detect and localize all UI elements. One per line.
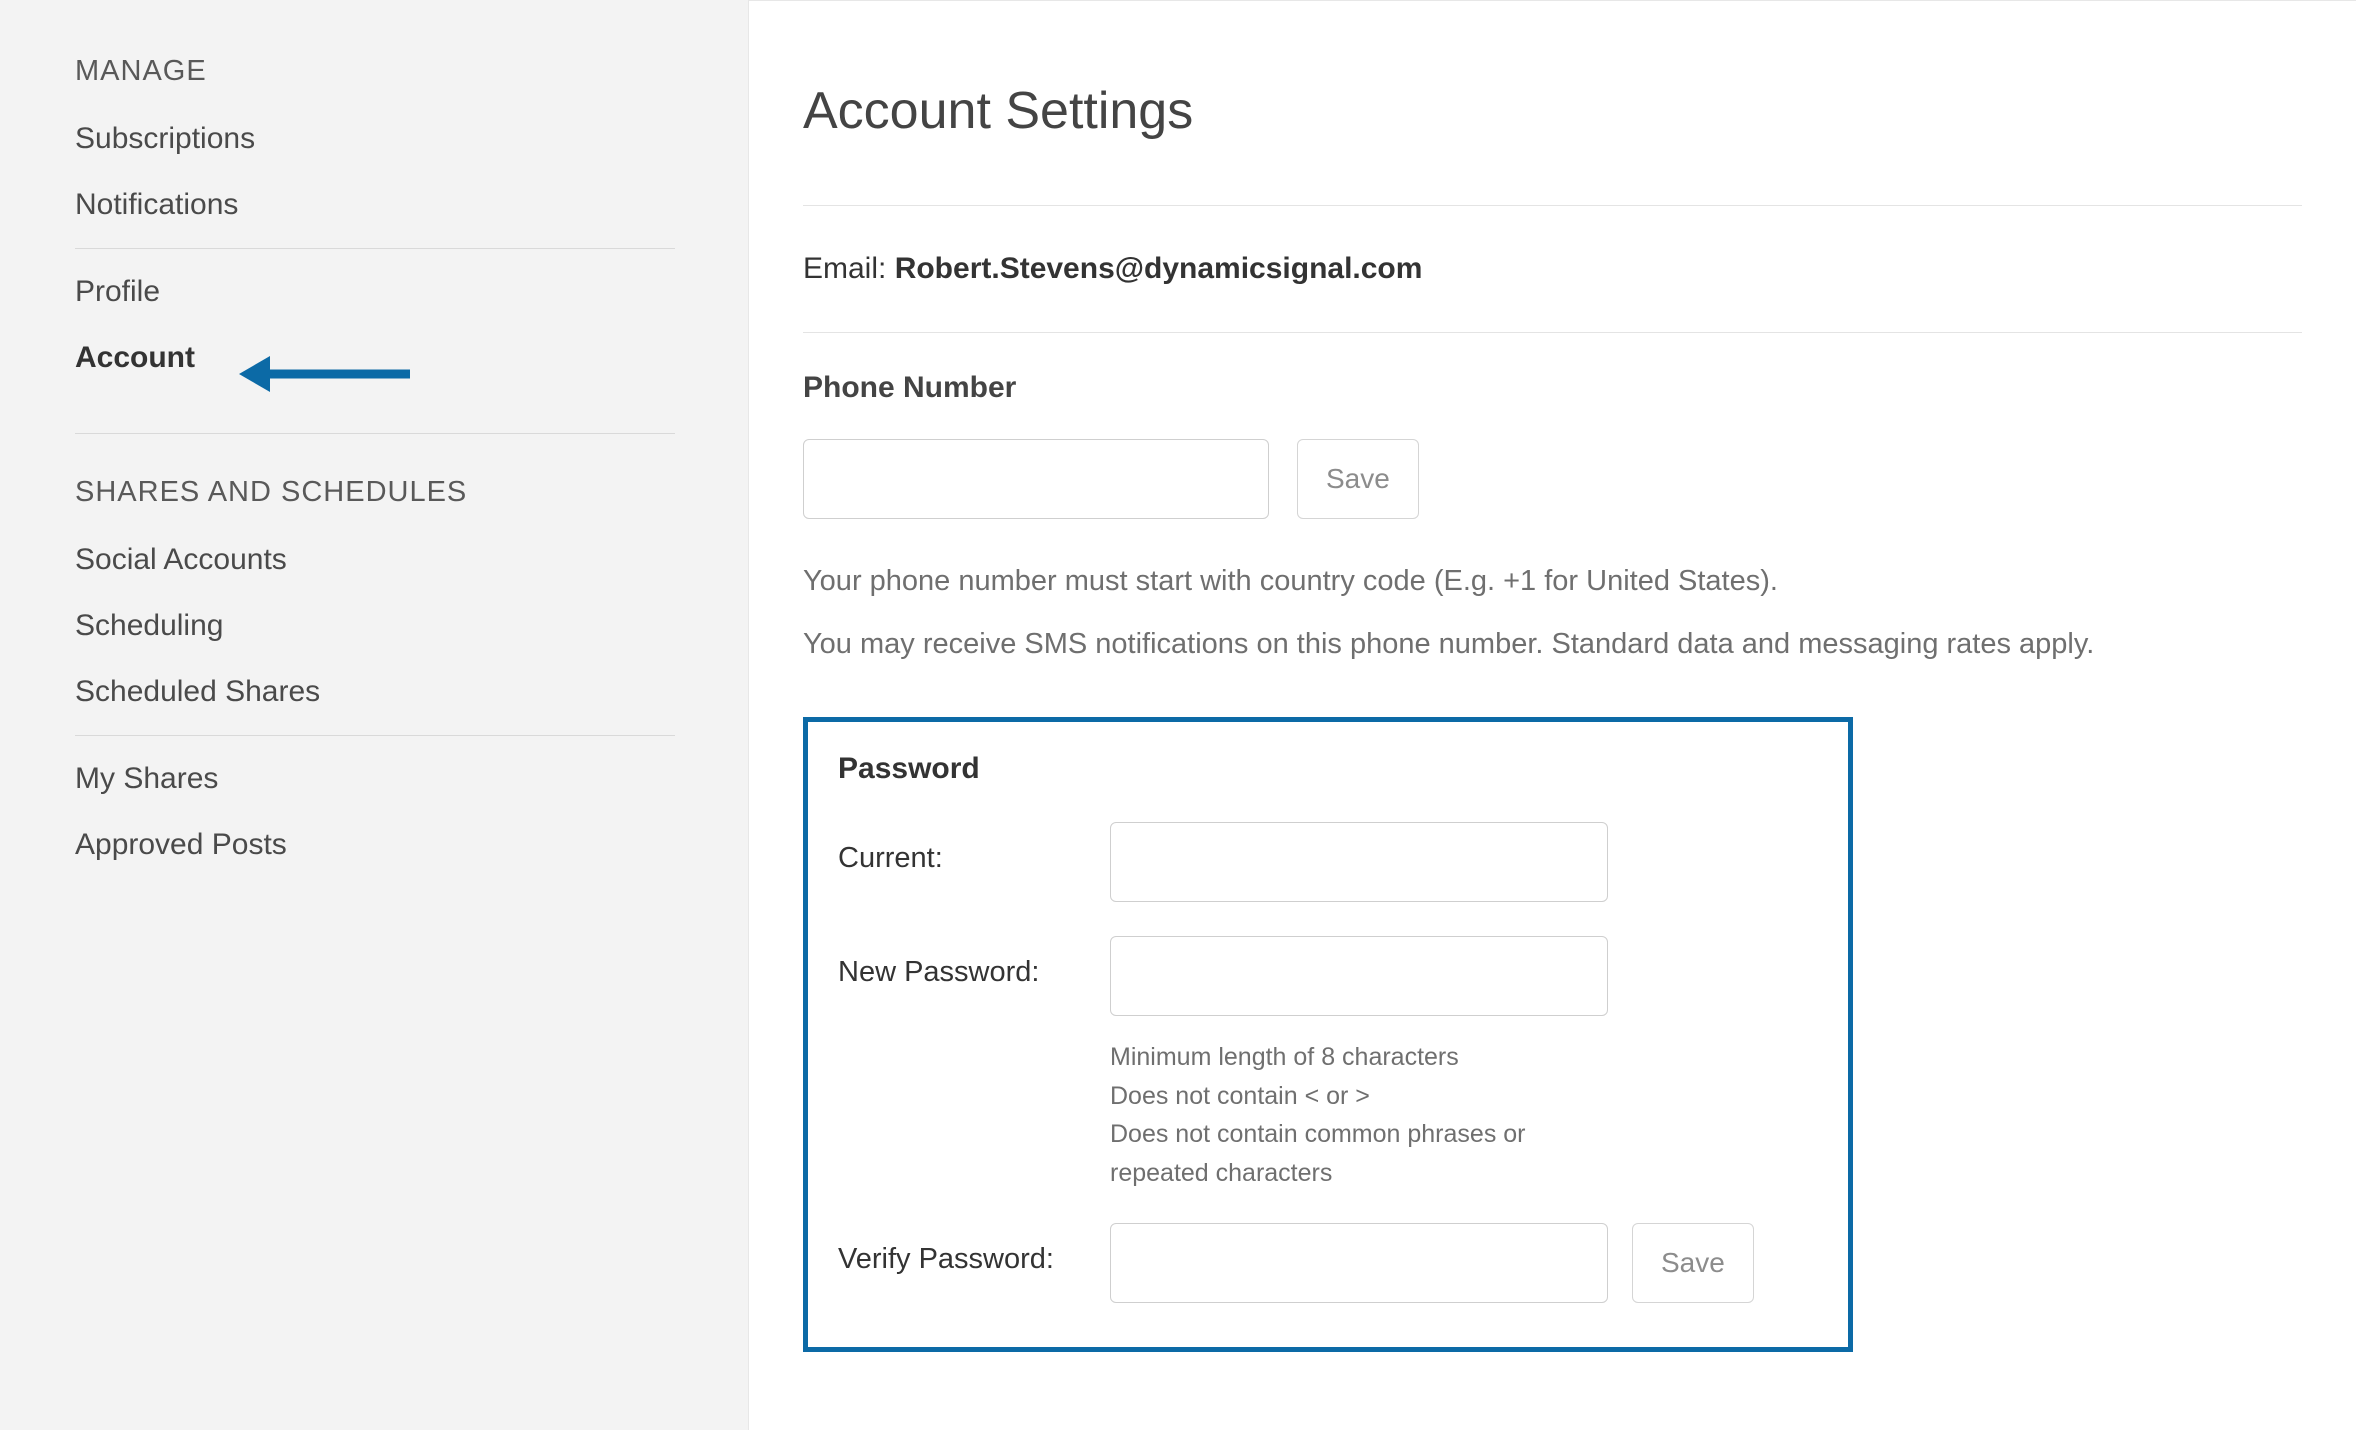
phone-input[interactable] xyxy=(803,439,1269,519)
email-label: Email: xyxy=(803,252,895,285)
email-row: Email: Robert.Stevens@dynamicsignal.com xyxy=(803,206,2302,332)
sidebar-item-profile[interactable]: Profile xyxy=(75,275,675,309)
sidebar-item-scheduled-shares[interactable]: Scheduled Shares xyxy=(75,675,675,709)
sidebar-item-my-shares[interactable]: My Shares xyxy=(75,762,675,796)
page-title: Account Settings xyxy=(803,81,2302,141)
verify-password-input[interactable] xyxy=(1110,1223,1608,1303)
sidebar-header-shares: SHARES AND SCHEDULES xyxy=(75,476,675,509)
current-password-label: Current: xyxy=(838,822,1110,875)
sidebar-divider xyxy=(75,433,675,434)
sidebar-item-notifications[interactable]: Notifications xyxy=(75,188,675,222)
main-content: Account Settings Email: Robert.Stevens@d… xyxy=(748,0,2356,1430)
sidebar-item-approved-posts[interactable]: Approved Posts xyxy=(75,828,675,862)
password-requirements: Minimum length of 8 characters Does not … xyxy=(1110,1038,1608,1193)
sidebar-item-social-accounts[interactable]: Social Accounts xyxy=(75,543,675,577)
phone-help-text-1: Your phone number must start with countr… xyxy=(803,559,2302,604)
password-section: Password Current: New Password: Minimum … xyxy=(803,717,1853,1352)
email-value: Robert.Stevens@dynamicsignal.com xyxy=(895,252,1423,285)
sidebar-divider xyxy=(75,248,675,249)
sidebar-item-account[interactable]: Account xyxy=(75,341,195,375)
phone-help-text-2: You may receive SMS notifications on thi… xyxy=(803,622,2302,667)
sidebar-header-manage: MANAGE xyxy=(75,55,675,88)
password-save-button[interactable]: Save xyxy=(1632,1223,1754,1303)
sidebar-divider xyxy=(75,735,675,736)
password-req-2: Does not contain < or > xyxy=(1110,1077,1608,1116)
current-password-input[interactable] xyxy=(1110,822,1608,902)
new-password-label: New Password: xyxy=(838,936,1110,989)
phone-heading: Phone Number xyxy=(803,371,2302,405)
verify-password-label: Verify Password: xyxy=(838,1223,1110,1276)
password-heading: Password xyxy=(838,752,1818,786)
sidebar: MANAGE Subscriptions Notifications Profi… xyxy=(0,0,748,1430)
password-req-1: Minimum length of 8 characters xyxy=(1110,1038,1608,1077)
sidebar-item-scheduling[interactable]: Scheduling xyxy=(75,609,675,643)
phone-section: Phone Number Save Your phone number must… xyxy=(803,333,2302,703)
arrow-left-icon xyxy=(235,352,415,396)
phone-save-button[interactable]: Save xyxy=(1297,439,1419,519)
password-req-3: Does not contain common phrases or repea… xyxy=(1110,1115,1608,1193)
new-password-input[interactable] xyxy=(1110,936,1608,1016)
sidebar-item-subscriptions[interactable]: Subscriptions xyxy=(75,122,675,156)
